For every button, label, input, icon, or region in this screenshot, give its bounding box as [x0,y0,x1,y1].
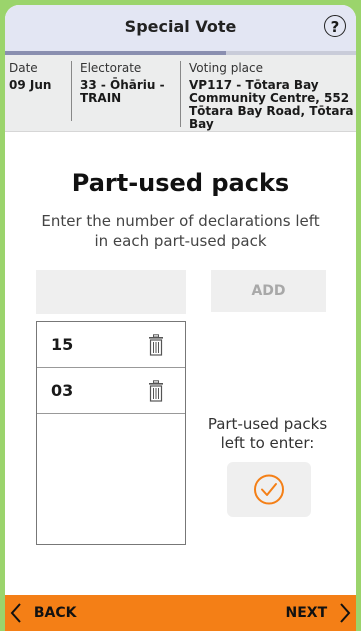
pack-value: 15 [51,335,74,354]
date-column: Date 09 Jun [9,61,61,92]
help-icon[interactable]: ? [324,15,346,37]
page-header-title: Special Vote [124,17,237,36]
date-value: 09 Jun [9,78,52,92]
packs-left-label: Part-used packs left to enter: [207,415,328,452]
electorate-label: Electorate [80,61,142,75]
date-label: Date [9,61,38,75]
chevron-left-icon [10,603,21,623]
app-screen: Special Vote ? Date 09 Jun Electorate 33… [5,5,356,631]
voting-place-column: Voting place VP117 - Tōtara Bay Communit… [180,61,356,131]
packs-left-status [227,462,311,517]
electorate-column: Electorate 33 - Ōhāriu - TRAIN [71,61,180,121]
next-button[interactable]: NEXT [286,595,353,631]
session-info-bar: Date 09 Jun Electorate 33 - Ōhāriu - TRA… [5,55,356,132]
page-title: Part-used packs [71,169,290,197]
pack-row: 03 [37,368,185,414]
back-label: BACK [33,605,77,621]
electorate-value: 33 - Ōhāriu - TRAIN [80,78,165,105]
footer-nav: BACK NEXT [5,595,356,631]
trash-icon[interactable] [147,380,165,402]
add-button[interactable]: ADD [211,270,326,312]
chevron-right-icon [340,603,351,623]
device-frame: Special Vote ? Date 09 Jun Electorate 33… [0,0,361,631]
pack-value: 03 [51,381,74,400]
next-label: NEXT [285,605,328,621]
check-circle-icon [254,474,284,505]
part-used-pack-list: 15 03 [36,321,186,545]
declarations-number-input[interactable] [36,270,186,314]
back-button[interactable]: BACK [9,595,77,631]
instruction-text: Enter the number of declarations left in… [41,212,320,250]
trash-icon[interactable] [147,334,165,356]
app-header: Special Vote ? [5,5,356,51]
voting-place-value: VP117 - Tōtara Bay Community Centre, 552… [189,78,354,131]
pack-row: 15 [37,322,185,368]
voting-place-label: Voting place [189,61,263,75]
